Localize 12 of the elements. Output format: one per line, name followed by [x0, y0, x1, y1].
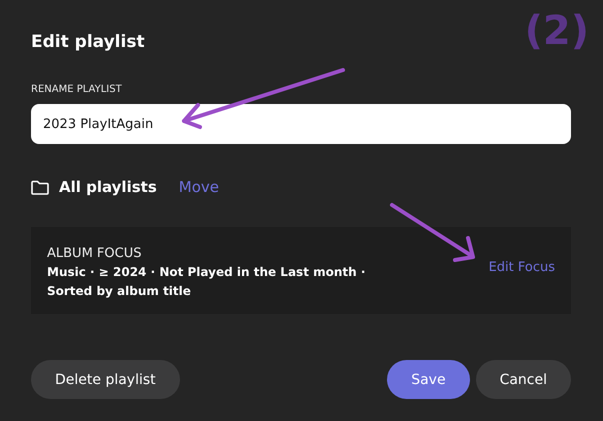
- focus-heading: ALBUM FOCUS: [47, 245, 142, 263]
- playlist-name-field[interactable]: 2023 PlayItAgain: [31, 104, 571, 144]
- move-link[interactable]: Move: [178, 178, 219, 196]
- folder-icon: [31, 180, 49, 194]
- secondary-button[interactable]: Cancel: [476, 360, 571, 399]
- field-label: RENAME PLAYLIST: [31, 84, 123, 95]
- secondary-button[interactable]: Delete playlist: [31, 360, 180, 399]
- edit-focus-link[interactable]: Edit Focus: [488, 260, 555, 275]
- folder-name: All playlists: [59, 178, 157, 196]
- annotation-label: (2): [524, 8, 589, 54]
- focus-description: Music · ≥ 2024 · Not Played in the Last month · Sorted by album title: [47, 264, 366, 300]
- save-button[interactable]: Save: [387, 360, 470, 399]
